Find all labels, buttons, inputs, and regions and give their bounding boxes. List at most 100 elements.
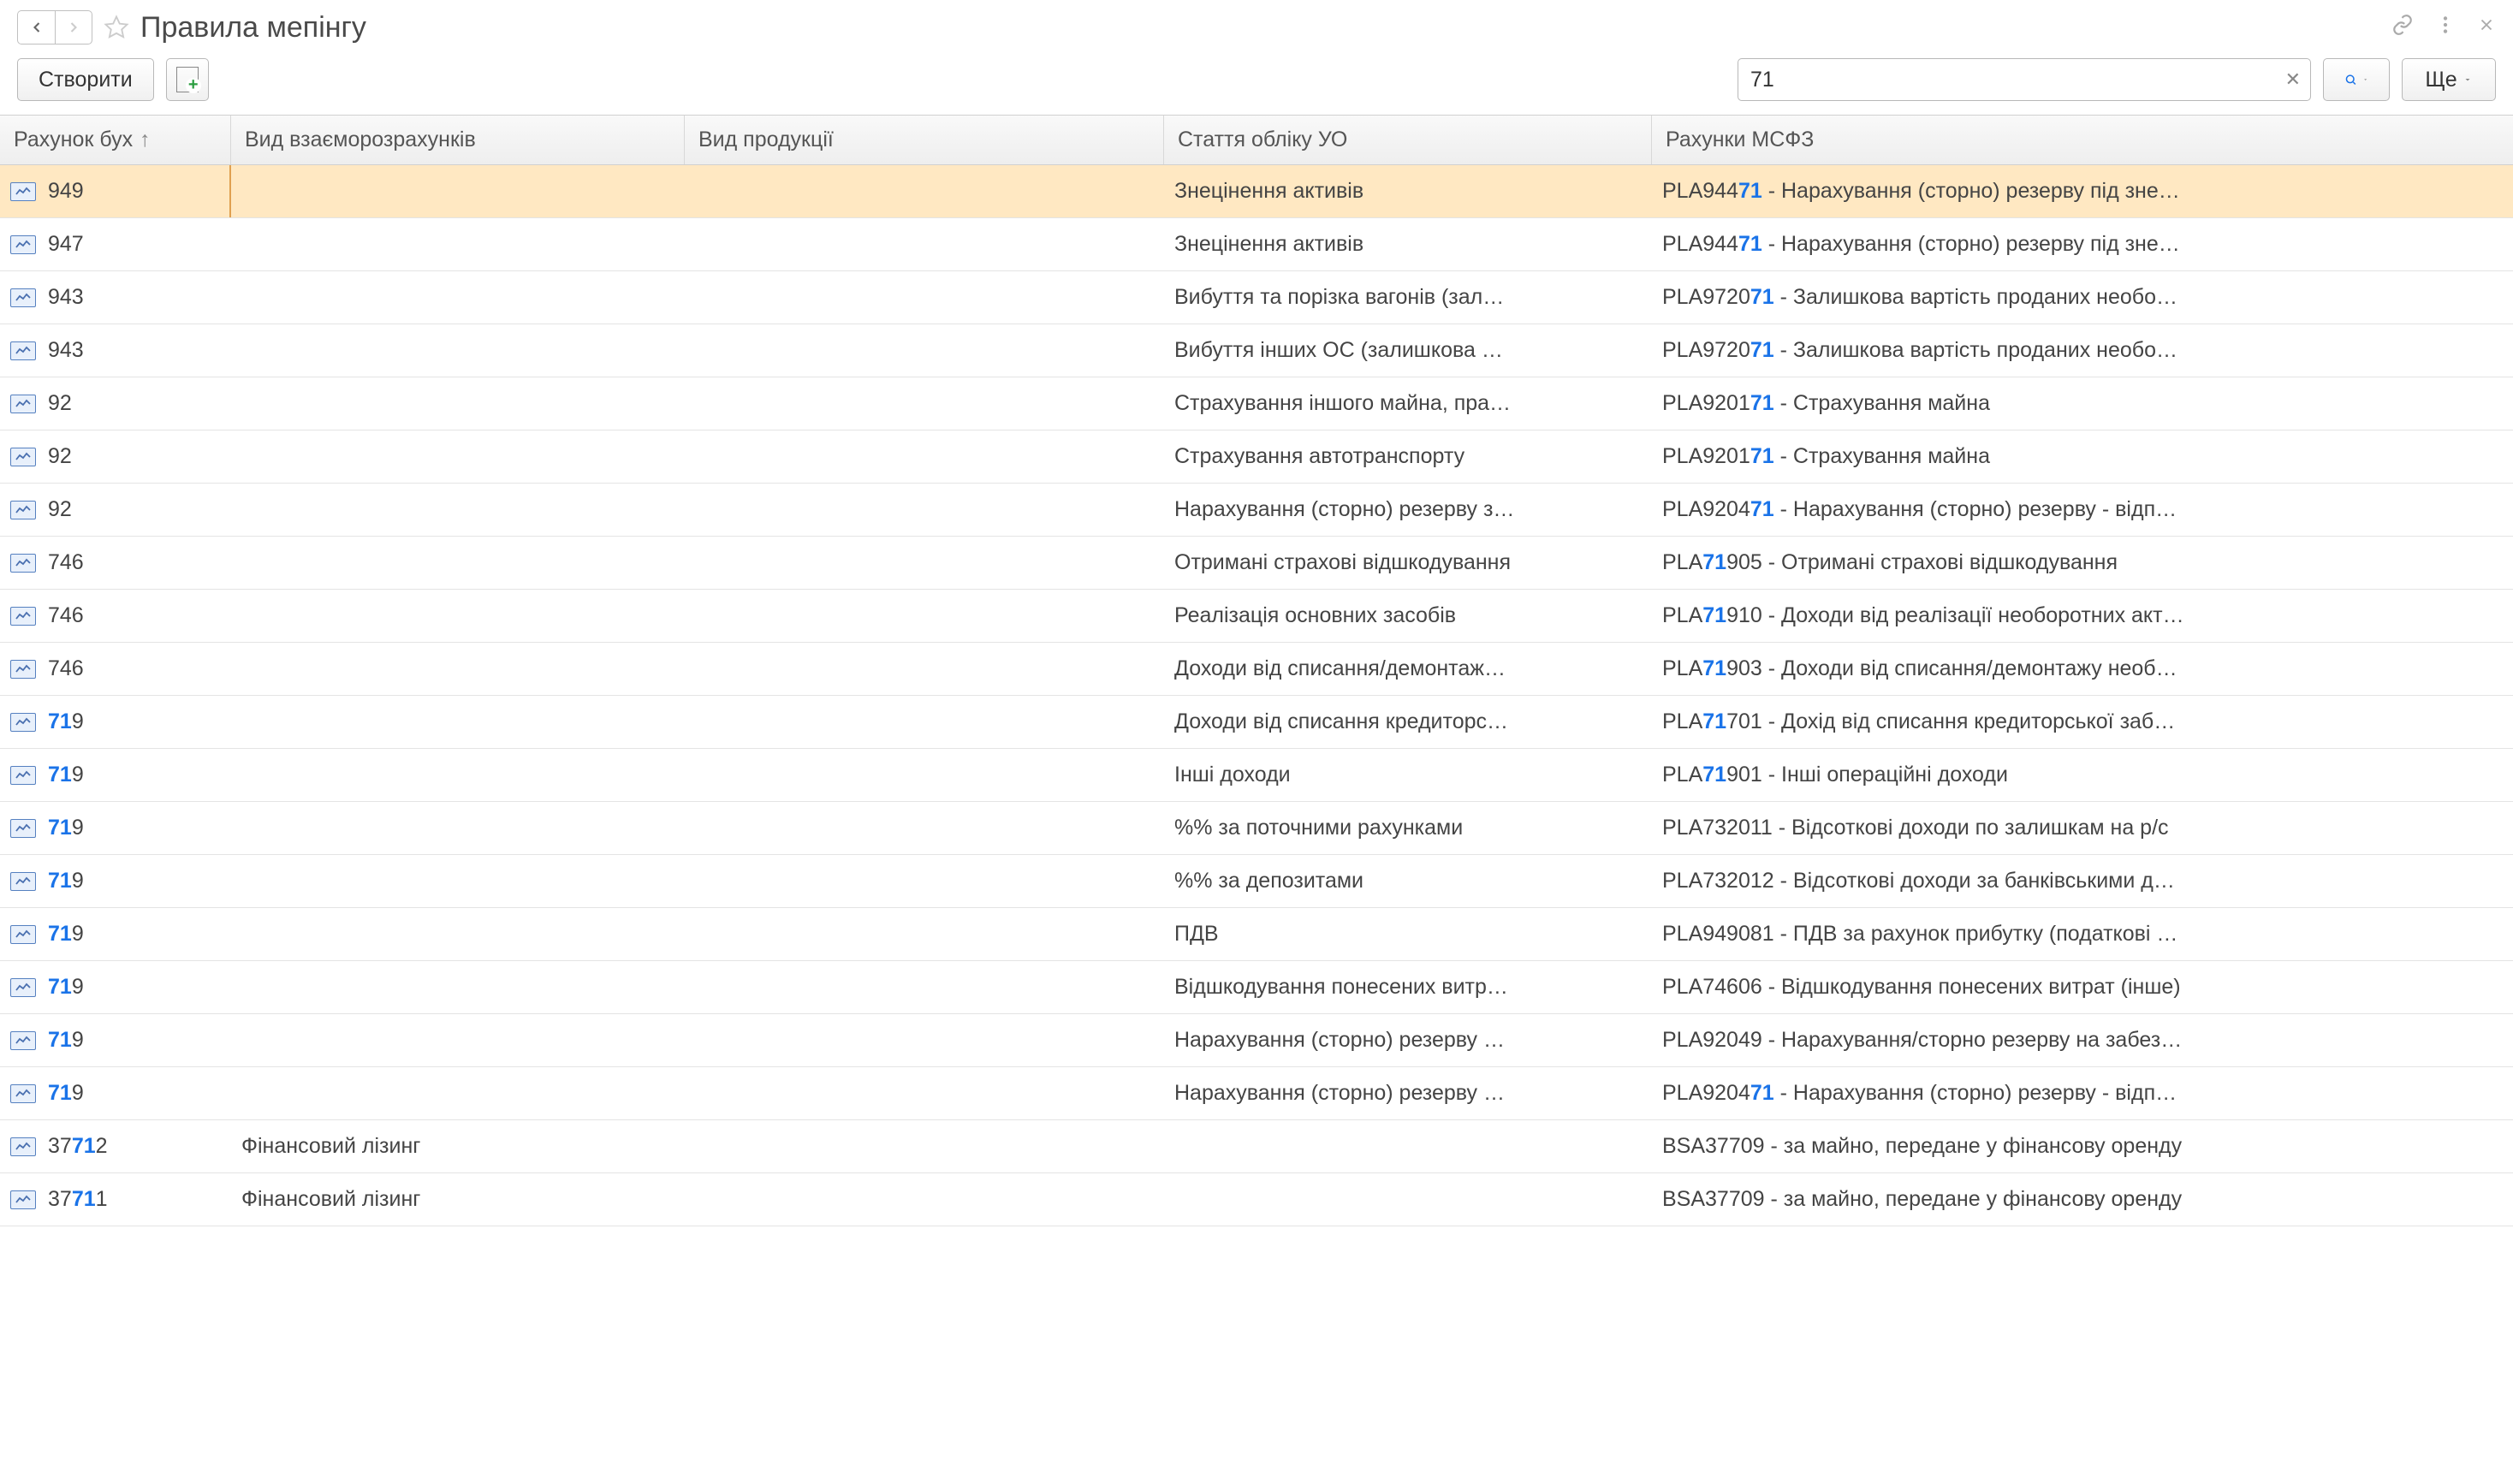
cell-ifrs: PLA74606 - Відшкодування понесених витра…: [1652, 975, 2513, 1000]
account-text: 719: [48, 922, 84, 947]
record-icon: [10, 925, 36, 944]
cell-account: 947: [0, 218, 231, 270]
nav-back-button[interactable]: [17, 10, 55, 45]
record-icon: [10, 448, 36, 466]
table-row[interactable]: 92Нарахування (сторно) резерву з…PLA9204…: [0, 484, 2513, 537]
new-document-button[interactable]: [166, 58, 209, 101]
cell-ifrs: PLA71901 - Інші операційні доходи: [1652, 763, 2513, 787]
table-row[interactable]: 37712 Фінансовий лізинг BSA37709 - за майн…: [0, 1120, 2513, 1173]
cell-ifrs: PLA920471 - Нарахування (сторно) резерву…: [1652, 497, 2513, 522]
create-button[interactable]: Створити: [17, 58, 154, 101]
table-row[interactable]: 949Знецінення активівPLA94471 - Нарахува…: [0, 165, 2513, 218]
cell-account: 949: [0, 165, 231, 217]
cell-account: 943: [0, 271, 231, 324]
record-icon: [10, 1137, 36, 1156]
search-clear-icon[interactable]: ✕: [2285, 68, 2301, 91]
cell-account: 92: [0, 377, 231, 430]
cell-ifrs: PLA920171 - Страхування майна: [1652, 391, 2513, 416]
column-header-product[interactable]: Вид продукції: [685, 116, 1164, 164]
cell-article: Знецінення активів: [1164, 179, 1652, 204]
cell-article: Нарахування (сторно) резерву …: [1164, 1028, 1652, 1053]
cell-ifrs: PLA92049 - Нарахування/сторно резерву на…: [1652, 1028, 2513, 1053]
cell-ifrs: PLA949081 - ПДВ за рахунок прибутку (под…: [1652, 922, 2513, 947]
table-row[interactable]: 719%% за поточними рахункамиPLA732011 - …: [0, 802, 2513, 855]
cell-article: ПДВ: [1164, 922, 1652, 947]
table-row[interactable]: 719Інші доходиPLA71901 - Інші операційні…: [0, 749, 2513, 802]
record-icon: [10, 607, 36, 626]
table-row[interactable]: 719Нарахування (сторно) резерву …PLA9204…: [0, 1067, 2513, 1120]
table-row[interactable]: 37711Фінансовий лізингBSA37709 - за майн…: [0, 1173, 2513, 1226]
record-icon: [10, 819, 36, 838]
column-header-ifrs[interactable]: Рахунки МСФЗ: [1652, 116, 2513, 164]
record-icon: [10, 713, 36, 732]
account-text: 719: [48, 816, 84, 840]
account-text: 92: [48, 444, 72, 469]
record-icon: [10, 1190, 36, 1209]
column-header-settlement[interactable]: Вид взаєморозрахунків: [231, 116, 685, 164]
record-icon: [10, 766, 36, 785]
column-header-account[interactable]: Рахунок бух ↑: [0, 116, 231, 164]
cell-ifrs: BSA37709 - за майно, передане у фінансов…: [1652, 1187, 2513, 1212]
account-text: 746: [48, 603, 84, 628]
cell-article: Нарахування (сторно) резерву …: [1164, 1081, 1652, 1106]
more-button[interactable]: Ще: [2402, 58, 2496, 101]
cell-ifrs: PLA732011 - Відсоткові доходи по залишка…: [1652, 816, 2513, 840]
cell-account: 746: [0, 590, 231, 642]
cell-article: Страхування іншого майна, пра…: [1164, 391, 1652, 416]
account-text: 37712: [48, 1134, 108, 1159]
table-row[interactable]: 92 Страхування іншого майна, пра…PLA92017…: [0, 377, 2513, 430]
table-row[interactable]: 92Страхування автотранспортуPLA920171 - …: [0, 430, 2513, 484]
record-icon: [10, 288, 36, 307]
record-icon: [10, 341, 36, 360]
table-row[interactable]: 943Вибуття інших ОС (залишкова …PLA97207…: [0, 324, 2513, 377]
close-icon[interactable]: [2477, 15, 2496, 40]
table-row[interactable]: 719Відшкодування понесених витр…PLA74606…: [0, 961, 2513, 1014]
record-icon: [10, 554, 36, 573]
cell-article: Реалізація основних засобів: [1164, 603, 1652, 628]
search-input[interactable]: [1738, 58, 2311, 101]
cell-ifrs: PLA972071 - Залишкова вартість проданих …: [1652, 338, 2513, 363]
table-row[interactable]: 746 Реалізація основних засобівPLA71910 -…: [0, 590, 2513, 643]
cell-account: 37711: [0, 1173, 231, 1226]
data-grid: Рахунок бух ↑ Вид взаєморозрахунків Вид …: [0, 115, 2513, 1226]
account-text: 719: [48, 709, 84, 734]
link-icon[interactable]: [2391, 14, 2414, 42]
account-text: 719: [48, 869, 84, 893]
cell-account: 746: [0, 537, 231, 589]
cell-ifrs: PLA920471 - Нарахування (сторно) резерву…: [1652, 1081, 2513, 1106]
cell-article: Доходи від списання/демонтаж…: [1164, 656, 1652, 681]
cell-account: 92: [0, 430, 231, 483]
cell-ifrs: PLA71701 - Дохід від списання кредиторсь…: [1652, 709, 2513, 734]
table-row[interactable]: 746Доходи від списання/демонтаж…PLA71903…: [0, 643, 2513, 696]
table-row[interactable]: 719Доходи від списання кредиторс…PLA7170…: [0, 696, 2513, 749]
table-row[interactable]: 719%% за депозитамиPLA732012 - Відсотков…: [0, 855, 2513, 908]
record-icon: [10, 1031, 36, 1050]
favorite-star-button[interactable]: [99, 10, 134, 45]
cell-account: 719: [0, 961, 231, 1013]
chevron-down-icon: [2463, 74, 2473, 85]
account-text: 92: [48, 497, 72, 522]
record-icon: [10, 182, 36, 201]
table-row[interactable]: 719Нарахування (сторно) резерву …PLA9204…: [0, 1014, 2513, 1067]
account-text: 943: [48, 338, 84, 363]
account-text: 943: [48, 285, 84, 310]
table-row[interactable]: 719 ПДВPLA949081 - ПДВ за рахунок прибутк…: [0, 908, 2513, 961]
cell-account: 719: [0, 908, 231, 960]
search-button[interactable]: [2323, 58, 2390, 101]
table-row[interactable]: 943Вибуття та порізка вагонів (зал…PLA97…: [0, 271, 2513, 324]
record-icon: [10, 978, 36, 997]
record-icon: [10, 660, 36, 679]
cell-settlement: Фінансовий лізинг: [231, 1134, 685, 1159]
table-row[interactable]: 746Отримані страхові відшкодуванняPLA719…: [0, 537, 2513, 590]
table-row[interactable]: 947Знецінення активівPLA94471 - Нарахува…: [0, 218, 2513, 271]
cell-ifrs: BSA37709 - за майно, передане у фінансов…: [1652, 1134, 2513, 1159]
cell-article: Отримані страхові відшкодування: [1164, 550, 1652, 575]
cell-article: %% за депозитами: [1164, 869, 1652, 893]
kebab-menu-icon[interactable]: [2434, 14, 2457, 42]
nav-forward-button[interactable]: [55, 10, 92, 45]
record-icon: [10, 501, 36, 519]
grid-header: Рахунок бух ↑ Вид взаєморозрахунків Вид …: [0, 116, 2513, 165]
column-header-article[interactable]: Стаття обліку УО: [1164, 116, 1652, 164]
cell-ifrs: PLA71910 - Доходи від реалізації необоро…: [1652, 603, 2513, 628]
cell-ifrs: PLA972071 - Залишкова вартість проданих …: [1652, 285, 2513, 310]
